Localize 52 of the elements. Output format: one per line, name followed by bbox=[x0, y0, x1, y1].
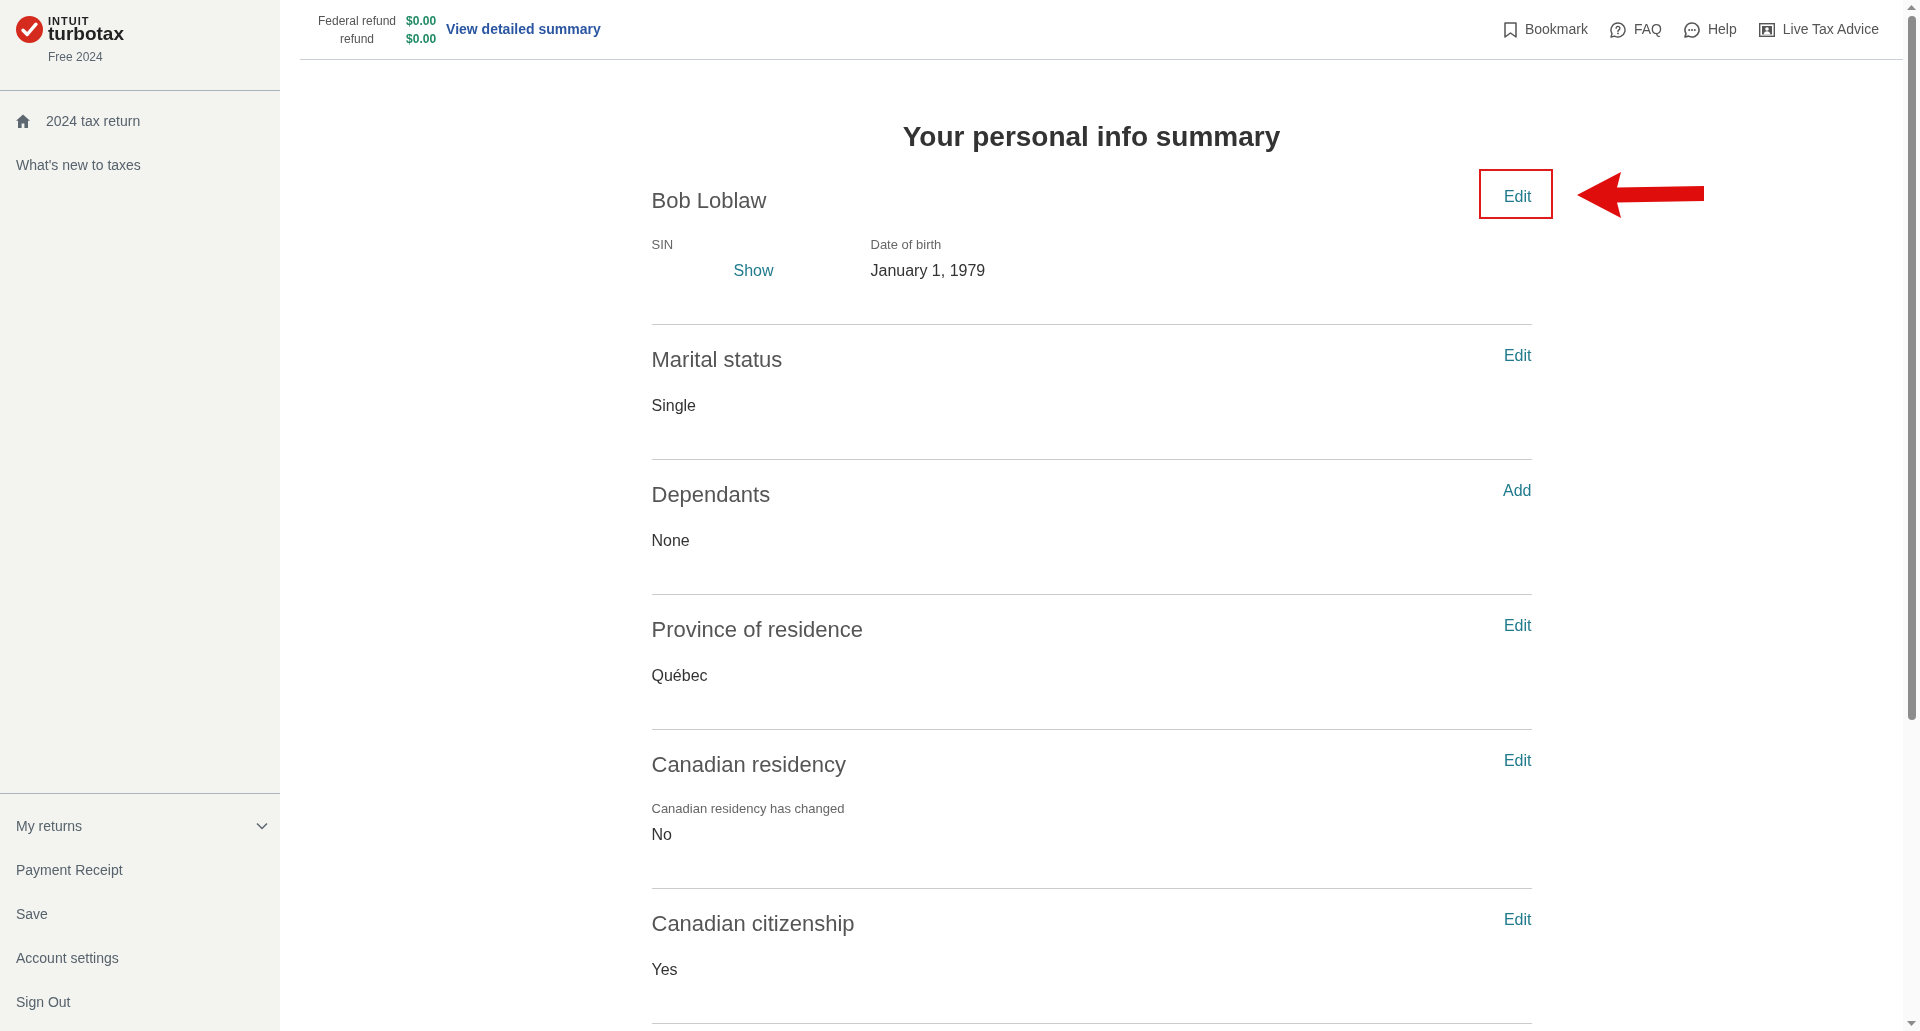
field-value: None bbox=[651, 531, 690, 551]
detailed-summary-link[interactable]: View detailed summary bbox=[446, 19, 601, 40]
field-value: January 1, 1979 bbox=[870, 261, 986, 281]
bookmark-icon bbox=[1503, 21, 1517, 38]
field-value: Yes bbox=[651, 960, 678, 980]
product-name: turbotax bbox=[48, 24, 124, 44]
portrait-frame-icon bbox=[1758, 22, 1775, 37]
scrollbar-thumb[interactable] bbox=[1907, 16, 1916, 720]
section-heading: Canadian citizenship bbox=[651, 910, 855, 938]
arrow-down-icon[interactable] bbox=[1907, 1021, 1916, 1026]
section-action-link[interactable]: Edit bbox=[1503, 751, 1532, 771]
home-icon bbox=[16, 114, 30, 128]
sidebar-item[interactable]: What's new to taxes bbox=[0, 143, 280, 187]
edition-label: Free 2024 bbox=[48, 50, 103, 64]
sidebar-item[interactable]: 2024 tax return bbox=[0, 99, 280, 143]
section-heading: Marital status bbox=[651, 346, 783, 374]
arrow-up-icon[interactable] bbox=[1907, 5, 1916, 10]
sidebar-item[interactable]: Account settings bbox=[0, 936, 280, 980]
sidebar-item[interactable]: Payment Receipt bbox=[0, 848, 280, 892]
section-action-link[interactable]: Edit bbox=[1503, 616, 1532, 636]
field-value: Single bbox=[651, 396, 696, 416]
sidebar-item[interactable]: Sign Out bbox=[0, 980, 280, 1024]
section-heading: Province of residence bbox=[651, 616, 864, 644]
question-bubble-icon bbox=[1609, 21, 1626, 38]
section-heading: Bob Loblaw bbox=[651, 187, 767, 215]
field-value: Québec bbox=[651, 666, 708, 686]
refund-label: Federal refund bbox=[318, 12, 397, 30]
field-label: Date of birth bbox=[870, 236, 942, 254]
sidebar-item[interactable]: My returns bbox=[0, 804, 280, 848]
toolbar-link[interactable]: Bookmark bbox=[1503, 19, 1588, 40]
field-label: Canadian residency has changed bbox=[651, 800, 845, 818]
field-label: SIN bbox=[651, 236, 674, 254]
toolbar-link[interactable]: Live Tax Advice bbox=[1758, 19, 1879, 40]
section-action-link[interactable]: Edit bbox=[1503, 346, 1532, 366]
refund-label: refund bbox=[339, 30, 376, 48]
section-action-link[interactable]: Edit bbox=[1503, 187, 1532, 207]
sidebar-item[interactable]: Save bbox=[0, 892, 280, 936]
toolbar-link[interactable]: FAQ bbox=[1609, 19, 1662, 40]
section-heading: Dependants bbox=[651, 481, 771, 509]
brand-label: INTUIT bbox=[48, 16, 90, 26]
show-link[interactable]: Show bbox=[733, 259, 774, 283]
scrollbar[interactable] bbox=[1903, 0, 1920, 1031]
chat-bubble-icon bbox=[1683, 21, 1700, 38]
toolbar-link[interactable]: Help bbox=[1683, 19, 1737, 40]
section-heading: Canadian residency bbox=[651, 751, 846, 779]
page-title: Your personal info summary bbox=[901, 120, 1282, 154]
field-value: No bbox=[651, 825, 672, 845]
refund-amount: $0.00 bbox=[406, 30, 437, 48]
section-action-link[interactable]: Add bbox=[1503, 481, 1532, 501]
section-action-link[interactable]: Edit bbox=[1503, 910, 1532, 930]
refund-amount: $0.00 bbox=[406, 12, 437, 30]
check-circle-icon bbox=[16, 16, 43, 43]
